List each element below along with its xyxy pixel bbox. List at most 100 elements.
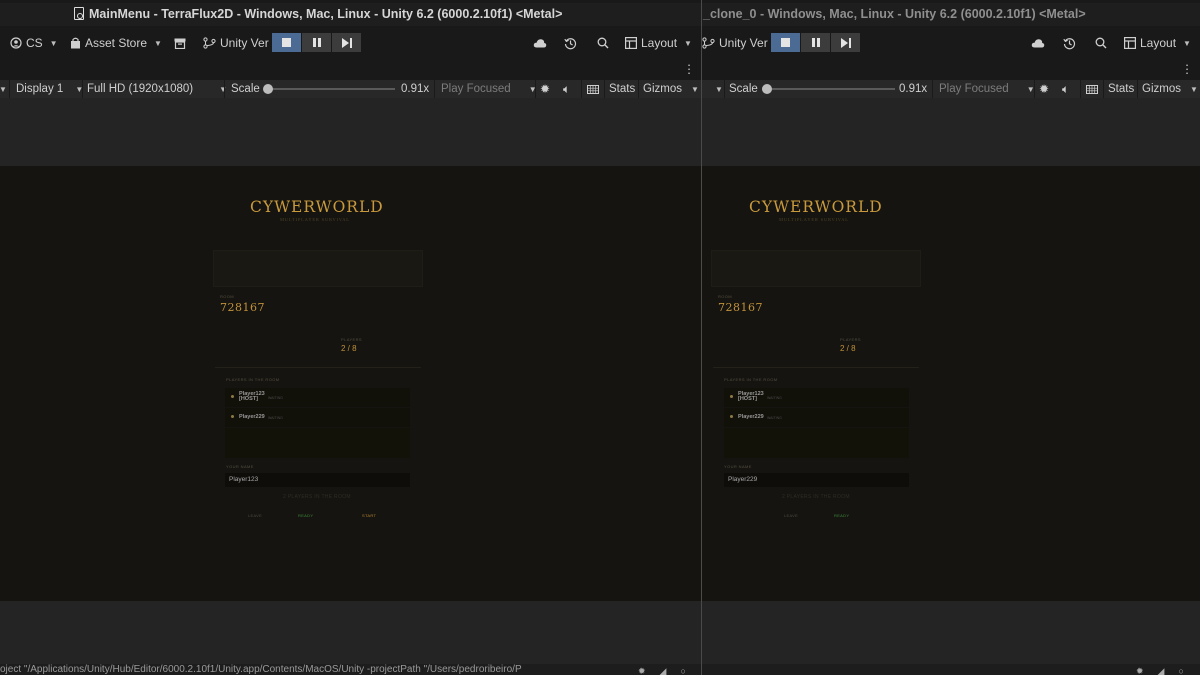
scale-slider-track[interactable] [265,88,395,90]
player-status-dot [231,415,234,418]
bug-icon[interactable]: ✹ [1136,666,1144,675]
history-button[interactable] [1063,33,1076,53]
version-control-dropdown[interactable]: Unity Ver [203,33,269,53]
pause-button[interactable] [302,33,331,52]
step-button[interactable] [831,33,860,52]
game-subtitle: MULTIPLAYER SURVIVAL [280,217,350,222]
debug-toggle[interactable]: ✹ [540,82,550,96]
scale-slider-track[interactable] [765,88,895,90]
audio-toggle[interactable]: 🔈︎ [563,82,570,96]
player-status-dot [730,395,733,398]
search-button[interactable] [597,33,609,53]
window-titlebar[interactable]: _clone_0 - Windows, Mac, Linux - Unity 6… [702,3,1200,26]
stats-toggle[interactable]: Stats [1108,82,1134,96]
game-view-letterbox-top [0,98,701,166]
play-mode-label: Play Focused [441,83,511,95]
version-control-label: Unity Ver [220,36,269,50]
speaker-icon: 🔈︎ [563,81,571,96]
start-button[interactable]: START [362,513,376,518]
ready-button[interactable]: READY [834,513,849,518]
grid-toggle[interactable] [587,82,599,96]
resolution-dropdown[interactable]: Full HD (1920x1080) ▼ [87,82,227,96]
gizmos-dropdown[interactable]: ▼ [1187,82,1198,96]
window-title: MainMenu - TerraFlux2D - Windows, Mac, L… [89,7,563,21]
room-code: 728167 [220,301,265,314]
window-title: _clone_0 - Windows, Mac, Linux - Unity 6… [703,7,1086,21]
banner-panel [711,250,921,287]
version-control-label: Unity Ver [719,36,768,50]
step-forward-icon [341,37,352,48]
section-divider [215,367,421,368]
more-options-icon[interactable]: · · · [1184,58,1190,79]
account-dropdown[interactable]: CS ▼ [10,33,58,53]
play-mode-dropdown[interactable]: Play Focused ▼ [441,82,537,96]
room-hint: 2 PLAYERS IN THE ROOM [782,494,850,500]
speaker-icon: 🔈︎ [1062,81,1070,96]
player-name-input[interactable] [225,473,410,487]
history-button[interactable] [564,33,577,53]
your-name-label: YOUR NAME [226,464,254,469]
game-view-letterbox-bottom [702,601,1200,664]
account-icon [10,37,22,49]
asset-store-dropdown[interactable]: Asset Store ▼ [70,33,162,53]
layout-dropdown[interactable]: Layout ▼ [625,33,692,53]
player-ready-status: WAITING [268,416,283,420]
play-mode-dropdown[interactable]: Play Focused ▼ [939,82,1035,96]
game-view-toolbar: ▼ Scale 0.91x Play Focused ▼ ✹ 🔈︎ Stats … [702,80,1200,98]
scale-value: 0.91x [899,83,928,95]
player-status-dot [730,415,733,418]
cloud-button[interactable] [533,33,547,53]
gizmos-toggle[interactable]: Gizmos [643,82,682,96]
console-message[interactable]: oject "/Applications/Unity/Hub/Editor/60… [0,664,522,675]
bug-icon[interactable]: ✹ [638,666,646,675]
game-view-letterbox-bottom [0,601,701,664]
game-title: CYWERWORLD [749,198,883,216]
step-button[interactable] [332,33,361,52]
ready-button[interactable]: READY [298,513,313,518]
resolution-dropdown[interactable]: ▼ [712,82,723,96]
leave-button[interactable]: LEAVE [784,513,798,518]
section-divider [713,367,919,368]
archive-button[interactable] [174,33,186,53]
stop-button[interactable] [771,33,800,52]
game-view: CYWERWORLD MULTIPLAYER SURVIVAL ROOM 728… [0,166,701,601]
gizmos-toggle[interactable]: Gizmos [1142,82,1181,96]
cloud-button[interactable] [1031,33,1045,53]
game-subtitle: MULTIPLAYER SURVIVAL [779,217,849,222]
main-toolbar: CS ▼ Asset Store ▼ Unity Ver Layout ▼ · … [0,26,701,80]
progress-icon[interactable]: ○ [1178,666,1183,675]
play-controls [771,33,860,52]
game-view: CYWERWORLD MULTIPLAYER SURVIVAL ROOM 728… [702,166,1200,601]
version-control-dropdown[interactable]: Unity Ver [702,33,768,53]
network-icon[interactable]: ◢ [1158,666,1165,675]
display-dropdown[interactable]: Display 1 ▼ [16,82,83,96]
leave-button[interactable]: LEAVE [248,513,262,518]
account-label: CS [26,36,43,50]
player-name-input[interactable] [724,473,909,487]
layout-dropdown[interactable]: Layout ▼ [1124,33,1191,53]
player-name: Player229 [738,414,764,420]
network-icon[interactable]: ◢ [660,666,667,675]
bug-icon: ✹ [540,82,551,96]
audio-toggle[interactable]: 🔈︎ [1062,82,1069,96]
progress-icon[interactable]: ○ [680,666,685,675]
player-name: Player229 [239,414,265,420]
status-bar: ✹ ◢ ○ [702,664,1200,675]
pause-button[interactable] [801,33,830,52]
main-toolbar: Unity Ver Layout ▼ · · · [702,26,1200,80]
player-ready-status: WAITING [767,416,782,420]
scale-slider-handle[interactable] [762,84,772,94]
game-title: CYWERWORLD [250,198,384,216]
stop-button[interactable] [272,33,301,52]
window-titlebar[interactable]: MainMenu - TerraFlux2D - Windows, Mac, L… [0,3,701,26]
more-options-icon[interactable]: · · · [686,58,692,79]
grid-toggle[interactable] [1086,82,1098,96]
history-icon [564,37,577,50]
debug-toggle[interactable]: ✹ [1039,82,1049,96]
search-button[interactable] [1095,33,1107,53]
status-bar: oject "/Applications/Unity/Hub/Editor/60… [0,664,701,675]
view-type-dropdown[interactable]: ▼ [0,82,7,96]
scale-slider-handle[interactable] [263,84,273,94]
stats-toggle[interactable]: Stats [609,82,635,96]
gizmos-dropdown[interactable]: ▼ [688,82,699,96]
